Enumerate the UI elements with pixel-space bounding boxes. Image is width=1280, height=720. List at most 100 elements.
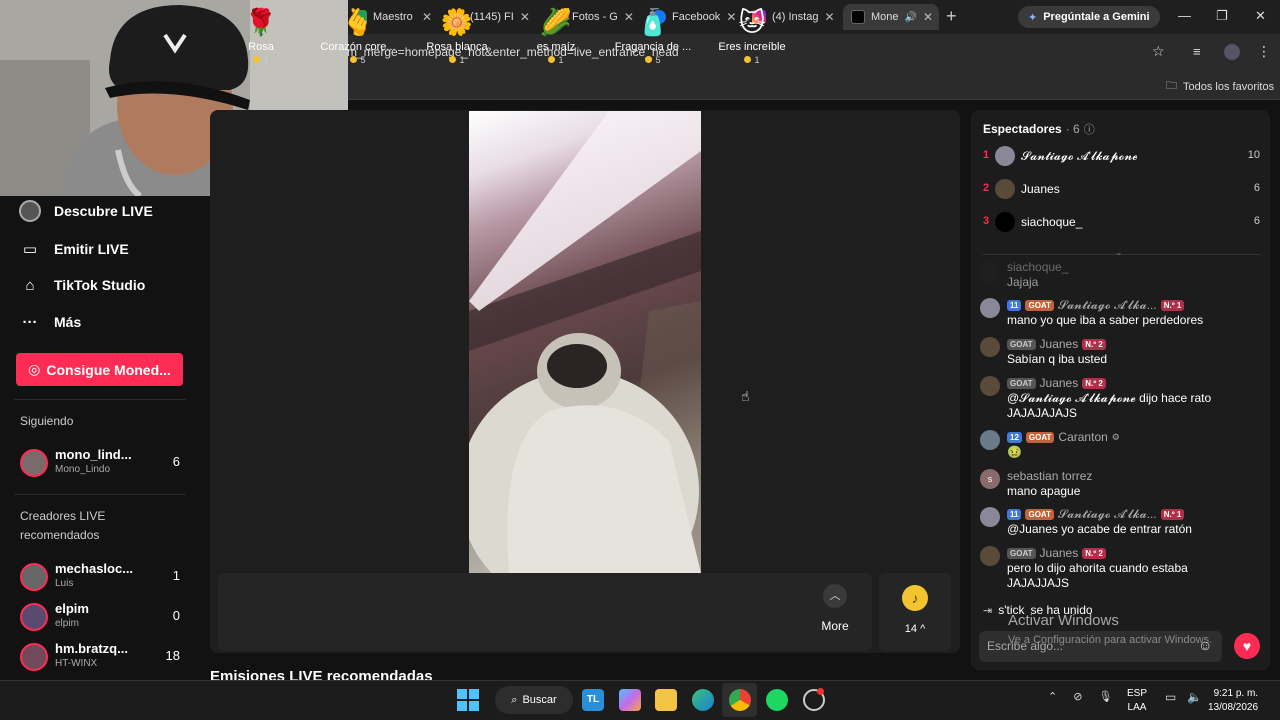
copilot-icon[interactable] bbox=[619, 689, 641, 711]
emoji-icon[interactable]: ☺ bbox=[1198, 637, 1212, 653]
chevron-up-icon: ︿ bbox=[823, 584, 847, 608]
live-avatar-icon bbox=[18, 200, 42, 222]
sidebar-item-mas[interactable]: ··· Más bbox=[18, 312, 82, 332]
finger-heart-icon: 🫰 bbox=[341, 7, 375, 37]
avatar: s bbox=[980, 469, 1000, 489]
cat-icon: 🐱 bbox=[738, 7, 766, 37]
coin-icon: ◎ bbox=[28, 361, 41, 377]
live-video-frame bbox=[469, 111, 701, 573]
avatar bbox=[980, 430, 1000, 450]
volume-icon[interactable]: 🔈 bbox=[1187, 690, 1202, 704]
new-tab-icon[interactable]: + bbox=[946, 6, 957, 27]
studio-icon: ⌂ bbox=[25, 276, 35, 294]
recommended-creator[interactable]: mechasloc... Luis 1 bbox=[20, 561, 182, 595]
windows-activation-title: Activar Windows bbox=[1008, 612, 1119, 629]
display-icon[interactable]: ▭ bbox=[1165, 690, 1176, 704]
taskbar-search-button[interactable]: ⌕ Buscar bbox=[495, 686, 573, 714]
recommended-creator[interactable]: elpim elpim 0 bbox=[20, 601, 182, 635]
gift-item[interactable]: 🌼 Rosa blanca 1 bbox=[412, 6, 502, 65]
white-rose-icon: 🌼 bbox=[440, 7, 474, 37]
enter-icon: ⇥ bbox=[983, 604, 993, 617]
avatar bbox=[980, 546, 1000, 566]
bookmark-star-icon[interactable]: ☆ bbox=[1152, 43, 1165, 60]
tab-tiktok[interactable]: Mone 🔊 ✕ bbox=[843, 4, 939, 30]
chevron-up-icon: ^ bbox=[920, 623, 926, 635]
moderator-icon: ⚙ bbox=[1111, 431, 1120, 442]
speaker-icon[interactable]: 🔊 bbox=[905, 12, 917, 23]
chevron-down-icon[interactable]: ⌄ bbox=[1115, 247, 1123, 258]
coin-icon bbox=[350, 56, 358, 63]
avatar bbox=[980, 262, 1000, 282]
gift-item[interactable]: 🫰 Corazón core... 5 bbox=[313, 6, 403, 65]
windows-start-icon[interactable] bbox=[457, 689, 479, 711]
viewer-row[interactable]: 1 𝓢𝓪𝓷𝓽𝓲𝓪𝓰𝓸 𝓐'𝓵𝓴𝓪𝓹𝓸𝓷𝓮 10 bbox=[983, 145, 1260, 169]
live-video[interactable] bbox=[469, 111, 701, 573]
avatar bbox=[980, 337, 1000, 357]
windows-activation-subtitle: Ve a Configuración para activar Windows. bbox=[1008, 634, 1213, 646]
language-indicator[interactable]: ESP LAA bbox=[1127, 687, 1147, 715]
gemini-button[interactable]: ✦ Pregúntale a Gemini bbox=[1018, 6, 1160, 28]
avatar bbox=[980, 298, 1000, 318]
avatar bbox=[20, 603, 48, 631]
no-network-icon[interactable]: ⊘ bbox=[1073, 690, 1082, 703]
gift-item[interactable]: 🐱 Eres increíble 1 bbox=[707, 6, 797, 65]
coin-icon bbox=[253, 56, 261, 63]
rose-icon: 🌹 bbox=[244, 7, 278, 37]
avatar bbox=[980, 376, 1000, 396]
close-tab-icon[interactable]: ✕ bbox=[824, 10, 834, 24]
taskbar-clock[interactable]: 9:21 p. m. 13/08/2026 bbox=[1208, 687, 1258, 715]
divider bbox=[14, 494, 186, 495]
avatar bbox=[980, 507, 1000, 527]
recording-dot-icon bbox=[817, 688, 824, 695]
browser-menu-icon[interactable]: ⋮ bbox=[1257, 43, 1271, 60]
coin-balance-button[interactable]: ♪ 14 ^ bbox=[879, 573, 951, 651]
divider bbox=[14, 399, 186, 400]
viewer-row[interactable]: 2 Juanes 6 bbox=[983, 178, 1260, 202]
chevron-up-icon[interactable]: ⌃ bbox=[1048, 690, 1057, 703]
gift-bar bbox=[218, 573, 872, 651]
minimize-icon[interactable]: — bbox=[1178, 8, 1191, 23]
gift-item[interactable]: 🌽 es maíz 1 bbox=[511, 6, 601, 65]
following-creator[interactable]: mono_lind... Mono_Lindo 6 bbox=[20, 447, 182, 481]
tl-app-icon[interactable]: TL bbox=[582, 689, 604, 711]
gift-item[interactable]: 🧴 Fragancia de ... 5 bbox=[608, 6, 698, 65]
mouse-cursor-icon: ☝ bbox=[741, 388, 750, 404]
sidebar-item-descubre-live[interactable]: Descubre LIVE bbox=[18, 200, 153, 222]
system-tray: ⌃ ⊘ 🎙 bbox=[1048, 690, 1112, 703]
tiktok-icon bbox=[851, 10, 865, 24]
more-gifts-button[interactable]: ︿ More bbox=[812, 584, 858, 633]
file-explorer-icon[interactable] bbox=[655, 689, 677, 711]
tiktok-coin-icon: ♪ bbox=[902, 585, 928, 611]
sidebar-item-tiktok-studio[interactable]: ⌂ TikTok Studio bbox=[18, 275, 145, 295]
recommended-creator[interactable]: hm.bratzq... HT-WINX 18 bbox=[20, 641, 182, 675]
avatar bbox=[995, 146, 1015, 166]
restore-icon[interactable]: ❐ bbox=[1216, 8, 1228, 24]
gift-item[interactable]: 🌹 Rosa 1 bbox=[216, 6, 306, 65]
spotify-icon[interactable] bbox=[766, 689, 788, 711]
sidebar-item-emitir-live[interactable]: ▭ Emitir LIVE bbox=[18, 239, 129, 259]
window-close-icon[interactable]: ✕ bbox=[1255, 8, 1266, 24]
info-icon[interactable]: ⓘ bbox=[1084, 121, 1095, 137]
like-heart-button[interactable]: ♥ bbox=[1234, 633, 1260, 659]
more-dots-icon: ··· bbox=[22, 313, 38, 331]
chrome-icon[interactable] bbox=[729, 689, 751, 711]
close-tab-icon[interactable]: ✕ bbox=[923, 10, 933, 24]
corn-icon: 🌽 bbox=[539, 7, 573, 37]
coin-icon bbox=[449, 56, 457, 63]
following-heading: Siguiendo bbox=[20, 414, 74, 428]
edge-icon[interactable] bbox=[692, 689, 714, 711]
gemini-star-icon: ✦ bbox=[1028, 11, 1038, 24]
coin-icon bbox=[744, 56, 752, 63]
microphone-icon[interactable]: 🎙 bbox=[1098, 690, 1112, 703]
avatar bbox=[20, 643, 48, 671]
media-control-icon[interactable]: ≡ bbox=[1193, 44, 1201, 59]
avatar bbox=[20, 563, 48, 591]
profile-avatar[interactable] bbox=[1224, 44, 1240, 60]
avatar bbox=[20, 449, 48, 477]
camera-icon: ▭ bbox=[22, 241, 38, 258]
all-favorites-button[interactable]: 🗀 Todos los favoritos bbox=[1166, 77, 1274, 96]
coin-icon bbox=[645, 56, 653, 63]
perfume-icon: 🧴 bbox=[636, 7, 670, 37]
get-coins-button[interactable]: ◎ Consigue Moned... bbox=[16, 353, 183, 386]
viewer-row[interactable]: 3 siachoque_ 6 bbox=[983, 211, 1260, 235]
